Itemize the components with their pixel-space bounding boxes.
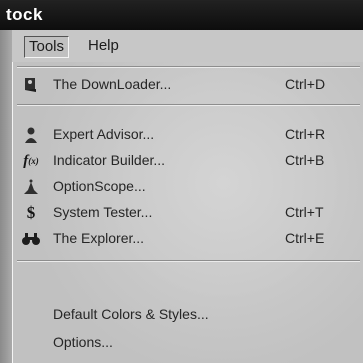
menu-item-indicator-builder[interactable]: f (x) Indicator Builder... Ctrl+B [13, 148, 363, 174]
menu-item-optionscope[interactable]: OptionScope... [13, 174, 363, 200]
menu-tools[interactable]: Tools [24, 36, 70, 58]
menu-item-label: System Tester... [53, 204, 153, 220]
menu-item-label: Expert Advisor... [53, 126, 155, 142]
menu-item-shortcut: Ctrl+R [285, 126, 326, 142]
menu-help[interactable]: Help [84, 36, 123, 56]
menu-item-default-colors-styles[interactable]: Default Colors & Styles... [13, 302, 363, 328]
menu-item-shortcut: Ctrl+E [285, 230, 325, 246]
menu-item-label: OptionScope... [53, 178, 146, 194]
menu-item-expert-advisor[interactable]: Expert Advisor... Ctrl+R [13, 122, 363, 148]
menu-item-label: The DownLoader... [53, 76, 172, 92]
menu-item-system-tester[interactable]: $ System Tester... Ctrl+T [13, 200, 363, 226]
menu-item-label: The Explorer... [53, 230, 145, 246]
menu-item-label: Default Colors & Styles... [53, 306, 209, 322]
menu-item-label: Indicator Builder... [53, 152, 166, 168]
menu-item-shortcut: Ctrl+D [285, 76, 326, 92]
menu-item-shortcut: Ctrl+B [285, 152, 325, 168]
explorer-icon [21, 229, 41, 249]
downloader-icon [21, 75, 41, 95]
menu-separator [17, 260, 360, 262]
menu-bar: Tools Help [12, 30, 363, 63]
window-left-edge [0, 30, 12, 363]
menu-item-label: Options... [53, 334, 113, 350]
expert-advisor-icon [21, 125, 41, 145]
system-tester-icon: $ [26, 203, 36, 222]
menu-item-explorer[interactable]: The Explorer... Ctrl+E [13, 226, 363, 252]
indicator-builder-icon: f (x) [23, 152, 39, 169]
menu-separator [17, 104, 360, 106]
window-title-bar: tock [0, 0, 363, 30]
tools-dropdown-menu: The DownLoader... Ctrl+D Expert Advisor.… [12, 62, 363, 363]
menu-item-downloader[interactable]: The DownLoader... Ctrl+D [13, 72, 363, 98]
window-title: tock [6, 5, 43, 24]
menu-separator [17, 66, 360, 68]
menu-item-options[interactable]: Options... [13, 330, 363, 356]
optionscope-icon [21, 177, 41, 197]
menu-item-shortcut: Ctrl+T [285, 204, 324, 220]
